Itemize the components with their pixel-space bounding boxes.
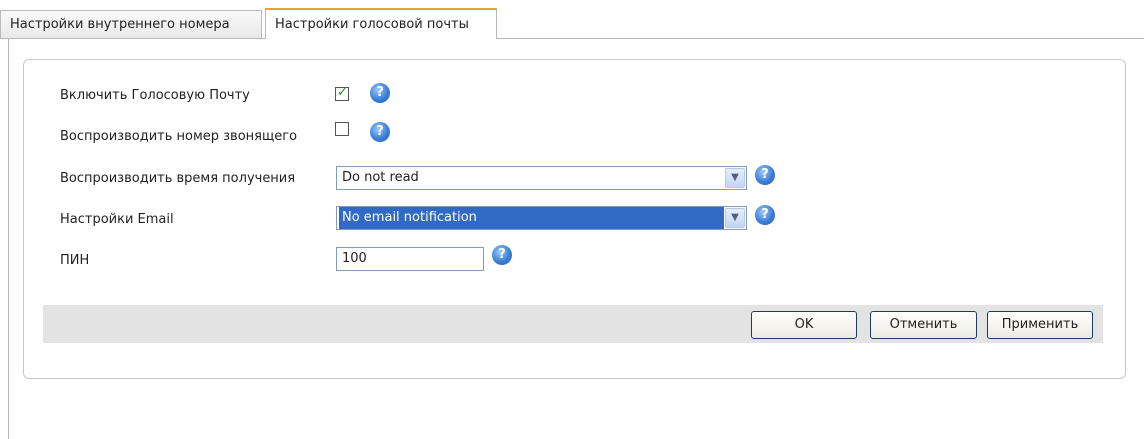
chevron-down-icon[interactable]: ▼ xyxy=(725,208,745,228)
help-icon[interactable]: ? xyxy=(755,205,775,225)
help-icon[interactable]: ? xyxy=(370,83,390,103)
help-icon[interactable]: ? xyxy=(492,245,512,265)
play-time-value: Do not read xyxy=(342,170,419,185)
chevron-down-icon[interactable]: ▼ xyxy=(725,168,745,188)
tab-voicemail-settings[interactable]: Настройки голосовой почты xyxy=(265,8,497,39)
email-settings-select[interactable]: No email notification ▼ xyxy=(336,206,747,230)
voicemail-enable-checkbox[interactable]: ✓ xyxy=(335,85,349,101)
apply-button[interactable]: Применить xyxy=(987,311,1093,339)
play-caller-number-label: Воспроизводить номер звонящего xyxy=(60,129,298,144)
voicemail-enable-label: Включить Голосовую Почту xyxy=(60,88,250,103)
play-time-select[interactable]: Do not read ▼ xyxy=(336,166,747,190)
help-icon[interactable]: ? xyxy=(755,165,775,185)
help-icon[interactable]: ? xyxy=(370,122,390,142)
tab-bar: Настройки внутреннего номера Настройки г… xyxy=(0,0,1144,40)
pin-input[interactable]: 100 xyxy=(336,247,484,271)
email-settings-value: No email notification xyxy=(339,207,724,229)
pin-label: ПИН xyxy=(60,253,90,268)
cancel-button[interactable]: Отменить xyxy=(870,311,977,339)
play-time-label: Воспроизводить время получения xyxy=(60,171,296,186)
email-settings-label: Настройки Email xyxy=(60,212,174,227)
play-caller-number-checkbox[interactable] xyxy=(335,122,349,136)
ok-button[interactable]: OK xyxy=(751,311,857,339)
tab-extension-settings[interactable]: Настройки внутреннего номера xyxy=(0,10,262,38)
checkmark-icon: ✓ xyxy=(337,85,348,100)
